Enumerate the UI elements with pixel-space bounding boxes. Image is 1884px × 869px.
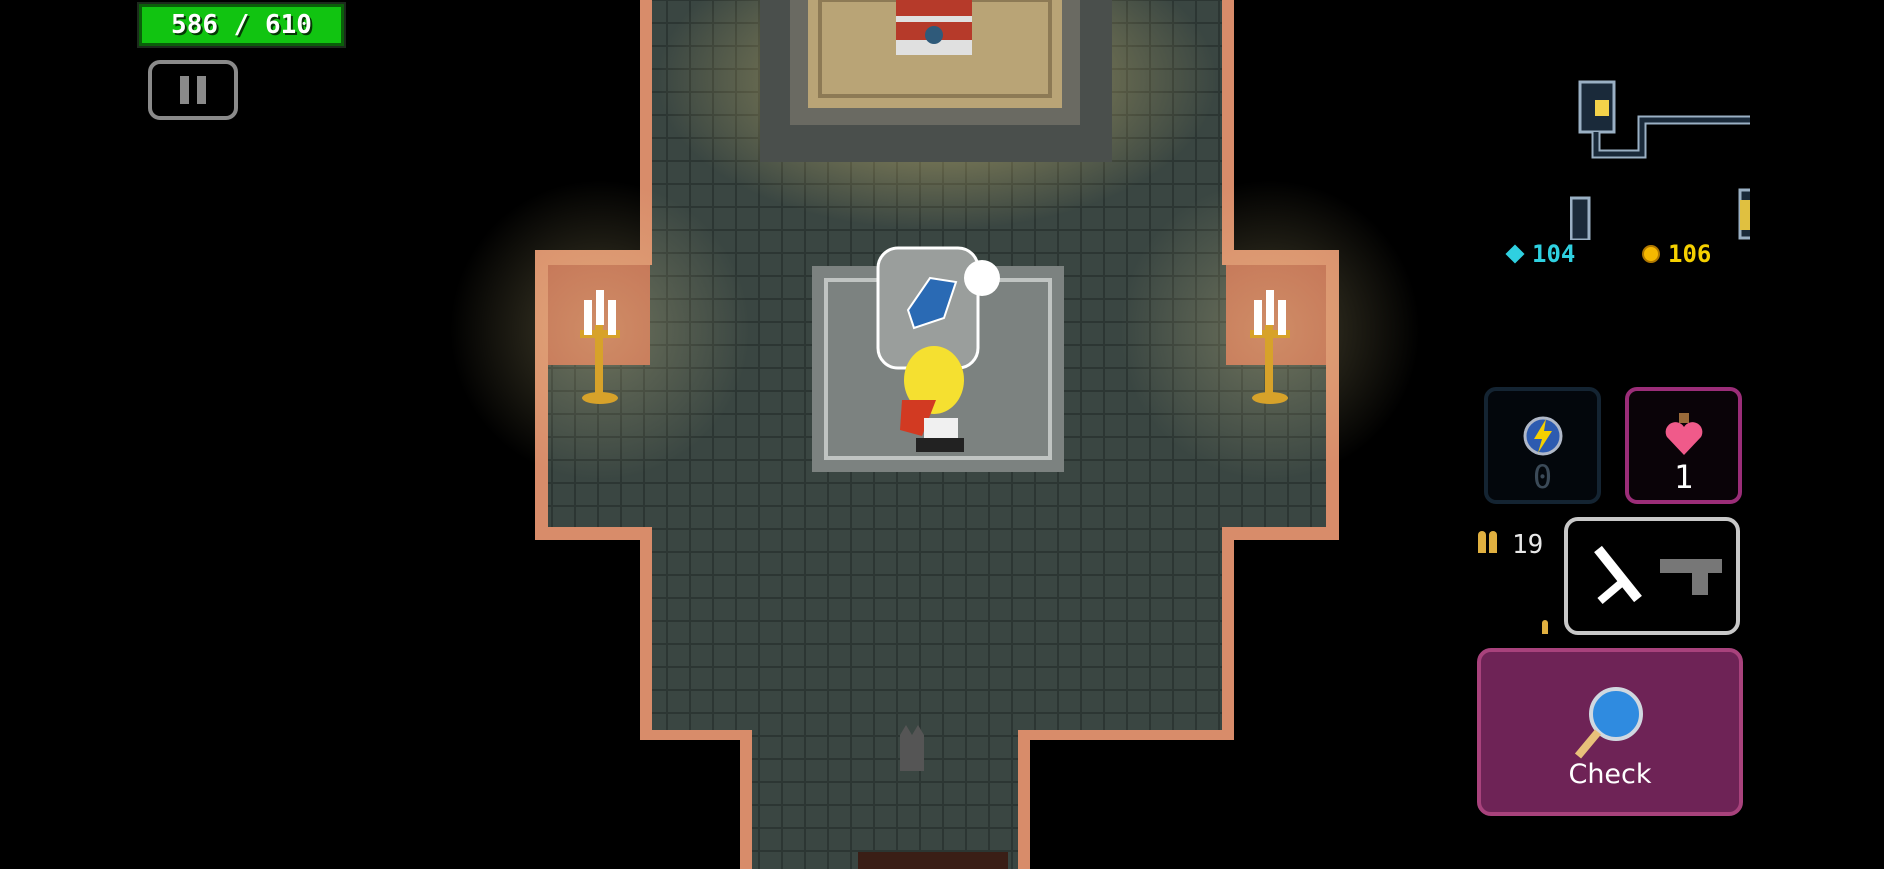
- gem-icon: [1505, 244, 1525, 264]
- gem-counter: 104: [1505, 240, 1576, 268]
- ammo-pip-icon: [1542, 620, 1548, 634]
- pause-button[interactable]: [148, 60, 238, 120]
- potion-count: 1: [1673, 458, 1694, 496]
- magnifying-glass-icon: [1574, 687, 1643, 759]
- game-screen: 586 / 610 104 106 0 1 19 Check: [0, 0, 1884, 869]
- gem-count-text: 104: [1532, 240, 1576, 268]
- skill-count: 0: [1532, 458, 1553, 496]
- lightning-orb-icon: [1523, 416, 1562, 456]
- pause-icon: [180, 76, 189, 104]
- ammo-counter: 19: [1478, 530, 1543, 560]
- sword-icon: [1594, 545, 1642, 605]
- check-button[interactable]: Check: [1477, 648, 1743, 816]
- health-bar: 586 / 610: [139, 4, 344, 46]
- skill-button[interactable]: 0: [1484, 387, 1601, 504]
- coin-icon: [1642, 245, 1660, 263]
- weapon-switch-button[interactable]: [1564, 517, 1740, 635]
- treasure-chest[interactable]: [896, 0, 972, 55]
- gold-counter: 106: [1642, 240, 1711, 268]
- potion-button[interactable]: 1: [1625, 387, 1742, 504]
- gold-count-text: 106: [1668, 240, 1712, 268]
- bullets-icon: [1478, 530, 1500, 560]
- pistol-icon: [1660, 559, 1722, 595]
- weapon-icons: [1594, 545, 1722, 605]
- speech-bubble: [964, 260, 1000, 296]
- pause-icon-bar: [197, 76, 206, 104]
- minimap: [1570, 80, 1750, 240]
- ammo-count-text: 19: [1512, 530, 1544, 560]
- health-text: 586 / 610: [171, 10, 312, 40]
- heart-potion-icon: [1665, 413, 1702, 455]
- check-label: Check: [1568, 759, 1652, 790]
